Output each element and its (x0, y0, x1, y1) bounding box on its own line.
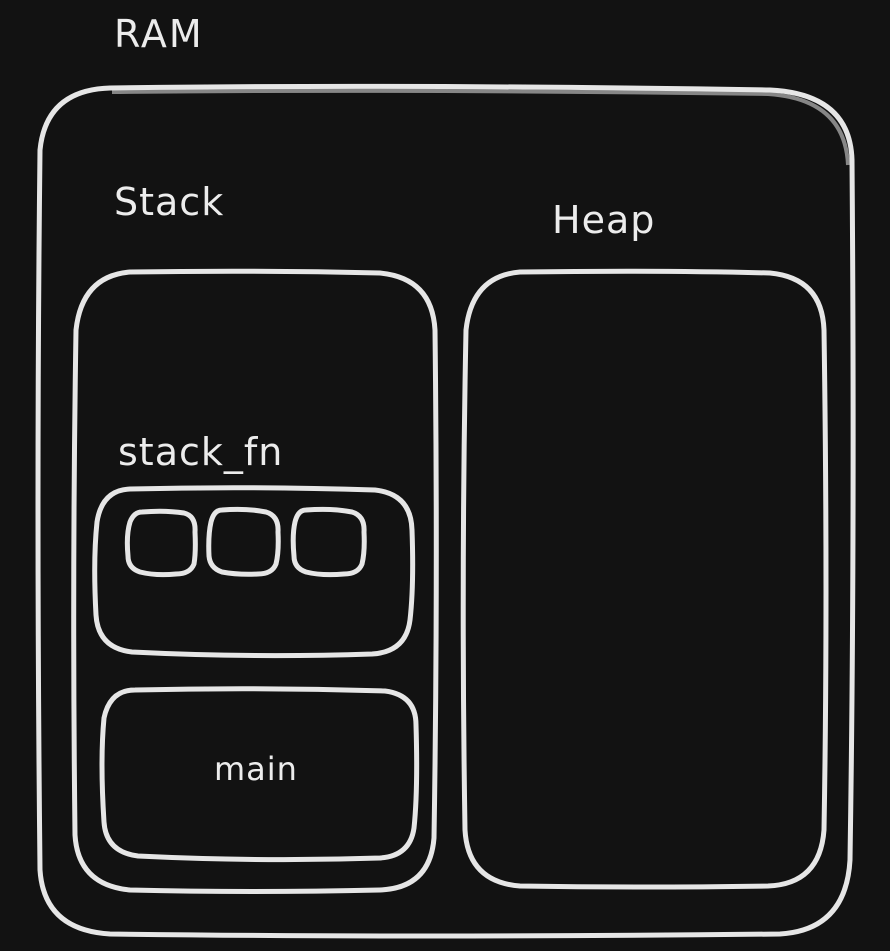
stack-fn-slot-2 (206, 506, 281, 577)
stack-fn-slot-1 (124, 508, 198, 578)
heap-region (460, 268, 829, 890)
main-label: main (214, 750, 298, 788)
memory-diagram-canvas (35, 83, 856, 939)
ram-box-sketch-stroke (111, 88, 850, 166)
stack-region (71, 268, 439, 894)
stack-label: Stack (114, 180, 225, 224)
stack-fn-label: stack_fn (118, 430, 284, 474)
ram-label: RAM (114, 12, 204, 56)
memory-diagram: RAM Stack Heap stack_fn main (0, 0, 890, 951)
stack-fn-slot-3 (290, 506, 367, 578)
heap-label: Heap (552, 198, 656, 242)
